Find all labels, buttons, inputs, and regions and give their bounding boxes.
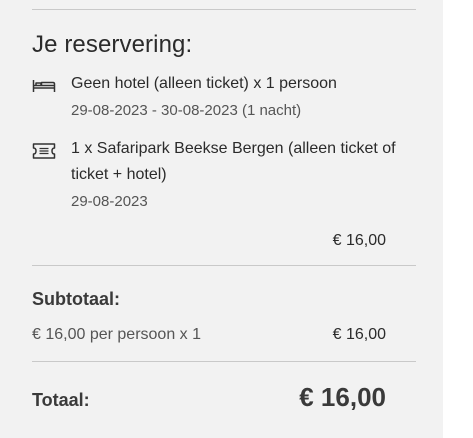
hotel-item-dates: 29-08-2023 - 30-08-2023 (1 nacht) [71, 102, 302, 119]
total-divider [32, 361, 416, 362]
ticket-item-label: 1 x Safaripark Beekse Bergen (alleen tic… [71, 140, 396, 183]
subtotal-label: Subtotaal: [32, 289, 120, 309]
total-amount: € 16,00 [299, 382, 386, 412]
total-label: Totaal: [32, 390, 90, 410]
bed-icon [32, 77, 56, 95]
reservation-panel: Je reservering: Geen hotel (alleen ticke… [0, 0, 443, 438]
reservation-title: Je reservering: [32, 31, 193, 58]
subtotal-divider [32, 265, 416, 266]
ticket-item-date: 29-08-2023 [71, 193, 148, 210]
hotel-item-label: Geen hotel (alleen ticket) x 1 persoon [71, 75, 337, 92]
items-price: € 16,00 [332, 232, 386, 249]
subtotal-description: € 16,00 per persoon x 1 [32, 326, 202, 343]
ticket-icon [32, 142, 56, 160]
subtotal-amount: € 16,00 [332, 326, 386, 343]
page-background [443, 0, 473, 438]
top-divider [32, 9, 416, 10]
